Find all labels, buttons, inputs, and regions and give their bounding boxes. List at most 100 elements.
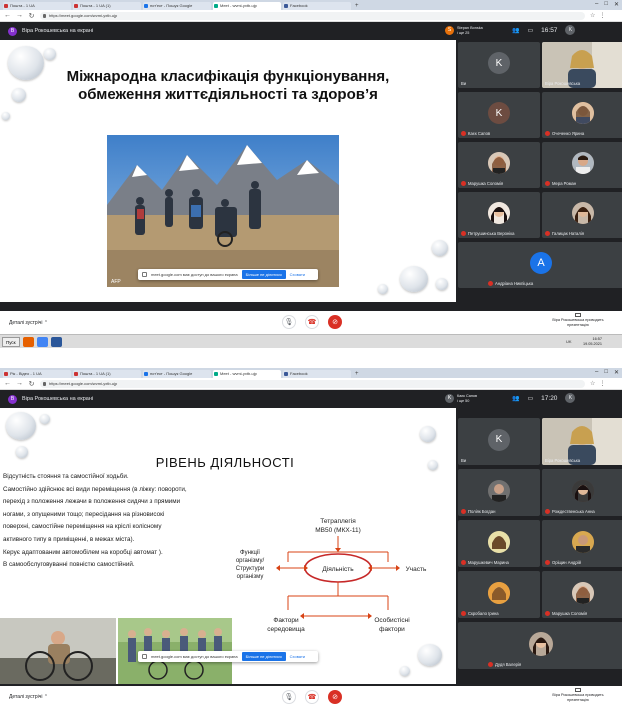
close-icon[interactable]: ✕	[614, 369, 619, 376]
maximize-icon[interactable]: □	[604, 369, 608, 376]
camera-button[interactable]: ⊘	[328, 690, 342, 704]
firefox-icon[interactable]	[22, 336, 34, 347]
browser-tab[interactable]: Пошта - 1 UA	[3, 2, 71, 10]
participant-photo	[572, 479, 594, 502]
chevron-up-icon: ⌃	[43, 319, 49, 326]
user-avatar[interactable]: K	[565, 393, 576, 403]
people-icon[interactable]: 👥	[512, 27, 519, 34]
star-icon[interactable]: ☆	[590, 12, 595, 19]
chat-icon[interactable]: ▭	[527, 395, 533, 402]
participant-tile[interactable]: K Ви	[458, 418, 540, 465]
participant-tile[interactable]: Оріщин Андрій	[542, 520, 622, 567]
participant-tile[interactable]: Поліяк Богдан	[458, 469, 540, 516]
participant-tile[interactable]: Мерa Роман	[542, 142, 622, 188]
minimize-icon[interactable]: –	[595, 369, 598, 376]
browser-tab-active[interactable]: Meet - wvmi-yxtb-ujp	[213, 370, 281, 378]
start-button[interactable]: Пуск	[2, 336, 20, 347]
browser-tab[interactable]: Пошта - 1 UA (1)	[73, 2, 141, 10]
participant-tile[interactable]: Очеченко Ярина	[542, 92, 622, 138]
chevron-up-icon: ⌃	[43, 694, 49, 700]
reload-icon[interactable]: ↻	[28, 380, 35, 388]
participant-tile[interactable]: Галицак Наталія	[542, 192, 622, 238]
present-now-button[interactable]: Віра Рокошевська проводить презентацію	[552, 688, 604, 702]
back-icon[interactable]: ←	[4, 380, 11, 387]
screenshot-1: Пошта - 1 UA Пошта - 1 UA (1) пот'ект - …	[0, 0, 622, 352]
word-icon[interactable]	[50, 336, 62, 347]
meeting-details-button[interactable]: Деталі зустрічі ⌃	[9, 694, 48, 700]
browser-tab[interactable]: Facebook	[283, 370, 351, 378]
leave-call-button[interactable]: ☎	[305, 315, 319, 329]
menu-icon[interactable]: ⋮	[599, 12, 605, 19]
participant-tile[interactable]: K Ви	[458, 42, 540, 88]
star-icon[interactable]: ☆	[590, 380, 595, 387]
chrome-icon[interactable]	[36, 336, 48, 347]
svg-text:AFP: AFP	[111, 279, 121, 285]
screenshot-2: Рік - Відео - 1 UA Пошта - 1 UA (1) пот'…	[0, 368, 622, 708]
windows-taskbar: Пуск UK 16:57 19.05.2021	[0, 334, 622, 348]
slide-text-line: Керує адаптованим автомобілем на коробці…	[3, 548, 163, 556]
address-bar[interactable]: https://meet.google.com/wvmi-yxtb-ujp	[40, 379, 585, 388]
speaker-name: Stepan Bonska	[457, 26, 483, 30]
forward-icon[interactable]: →	[16, 12, 23, 19]
stop-sharing-button[interactable]: Більше не ділитися	[241, 270, 286, 279]
participant-tile[interactable]: Дудя Валерія	[458, 622, 622, 669]
forward-icon[interactable]: →	[16, 380, 23, 387]
microphone-button[interactable]: 🎙	[282, 690, 296, 704]
address-bar[interactable]: https://meet.google.com/wvmi-yxtb-ujp	[40, 11, 585, 20]
participant-tile-video[interactable]: Віра Рокошевська	[542, 418, 622, 465]
present-screen-icon	[575, 313, 581, 317]
hide-notice-button[interactable]: Сховати	[290, 654, 305, 659]
browser-tab[interactable]: пот'ект - Пошук Google	[143, 370, 211, 378]
participant-tile[interactable]: Рождественська Анна	[542, 469, 622, 516]
tab-label: Facebook	[290, 371, 308, 376]
new-tab-button[interactable]: +	[353, 2, 361, 10]
user-avatar[interactable]: K	[565, 25, 576, 35]
browser-tab-active[interactable]: Meet - wvmi-yxtb-ujp	[213, 2, 281, 10]
presentation-slide: РІВЕНЬ ДІЯЛЬНОСТІ Відсутність стояння та…	[0, 408, 456, 684]
participant-tile[interactable]: A Андріана Никпіцька	[458, 242, 622, 288]
participant-tile[interactable]: Марушкевич Марина	[458, 520, 540, 567]
hide-notice-button[interactable]: Сховати	[290, 272, 305, 277]
browser-tab-bar: Пошта - 1 UA Пошта - 1 UA (1) пот'ект - …	[0, 0, 622, 10]
water-drop	[432, 240, 448, 256]
meeting-details-button[interactable]: Деталі зустрічі ⌃	[9, 320, 48, 326]
new-tab-button[interactable]: +	[353, 370, 361, 378]
phone-hangup-icon: ☎	[307, 694, 317, 701]
participant-tile[interactable]: Марушкa Соломія	[458, 142, 540, 188]
participant-tile[interactable]: Петрушинська Вероніка	[458, 192, 540, 238]
mic-off-icon	[461, 509, 466, 514]
slide-text-line: активного типу в приміщенні, в межах міс…	[3, 535, 135, 543]
maximize-icon[interactable]: □	[604, 1, 608, 8]
chat-icon[interactable]: ▭	[527, 27, 533, 34]
stop-sharing-button[interactable]: Більше не ділитися	[241, 652, 286, 661]
reload-icon[interactable]: ↻	[28, 12, 35, 20]
participant-tile[interactable]: Скробало Ірина	[458, 571, 540, 618]
participant-tile[interactable]: K Каєк Сапов	[458, 92, 540, 138]
browser-tab[interactable]: пот'ект - Пошук Google	[143, 2, 211, 10]
browser-tab[interactable]: Рік - Відео - 1 UA	[3, 370, 71, 378]
top-right-controls: 👥 ▭ 16:57 K	[512, 25, 576, 35]
participant-tile-video[interactable]: Віра Рокошевська	[542, 42, 622, 88]
minimize-icon[interactable]: –	[595, 1, 598, 8]
diagram-bottom-right-line1: Особистісні	[374, 616, 409, 624]
tab-label: Пошта - 1 UA (1)	[80, 3, 111, 8]
participant-name: Віра Рокошевська	[545, 81, 581, 86]
tab-label: Рік - Відео - 1 UA	[10, 371, 42, 376]
presenter-bar: В Віра Рокошевська на екрані	[0, 22, 456, 40]
present-now-button[interactable]: Віра Рокошевська проводить презентацію	[552, 313, 604, 327]
participant-name: Марушкa Соломія	[552, 611, 588, 616]
browser-tab[interactable]: Facebook	[283, 2, 351, 10]
browser-tab[interactable]: Пошта - 1 UA (1)	[73, 370, 141, 378]
participant-tile[interactable]: Марушкa Соломія	[542, 571, 622, 618]
language-indicator[interactable]: UK	[566, 339, 572, 344]
menu-icon[interactable]: ⋮	[599, 380, 605, 387]
microphone-button[interactable]: 🎙	[282, 315, 296, 329]
participant-name: Очеченко Ярина	[552, 131, 585, 136]
participant-name: Скробало Ірина	[468, 611, 499, 616]
close-icon[interactable]: ✕	[614, 1, 619, 8]
people-icon[interactable]: 👥	[512, 395, 519, 402]
back-icon[interactable]: ←	[4, 12, 11, 19]
participant-name: Рождественська Анна	[552, 509, 595, 514]
camera-button[interactable]: ⊘	[328, 315, 342, 329]
leave-call-button[interactable]: ☎	[305, 690, 319, 704]
